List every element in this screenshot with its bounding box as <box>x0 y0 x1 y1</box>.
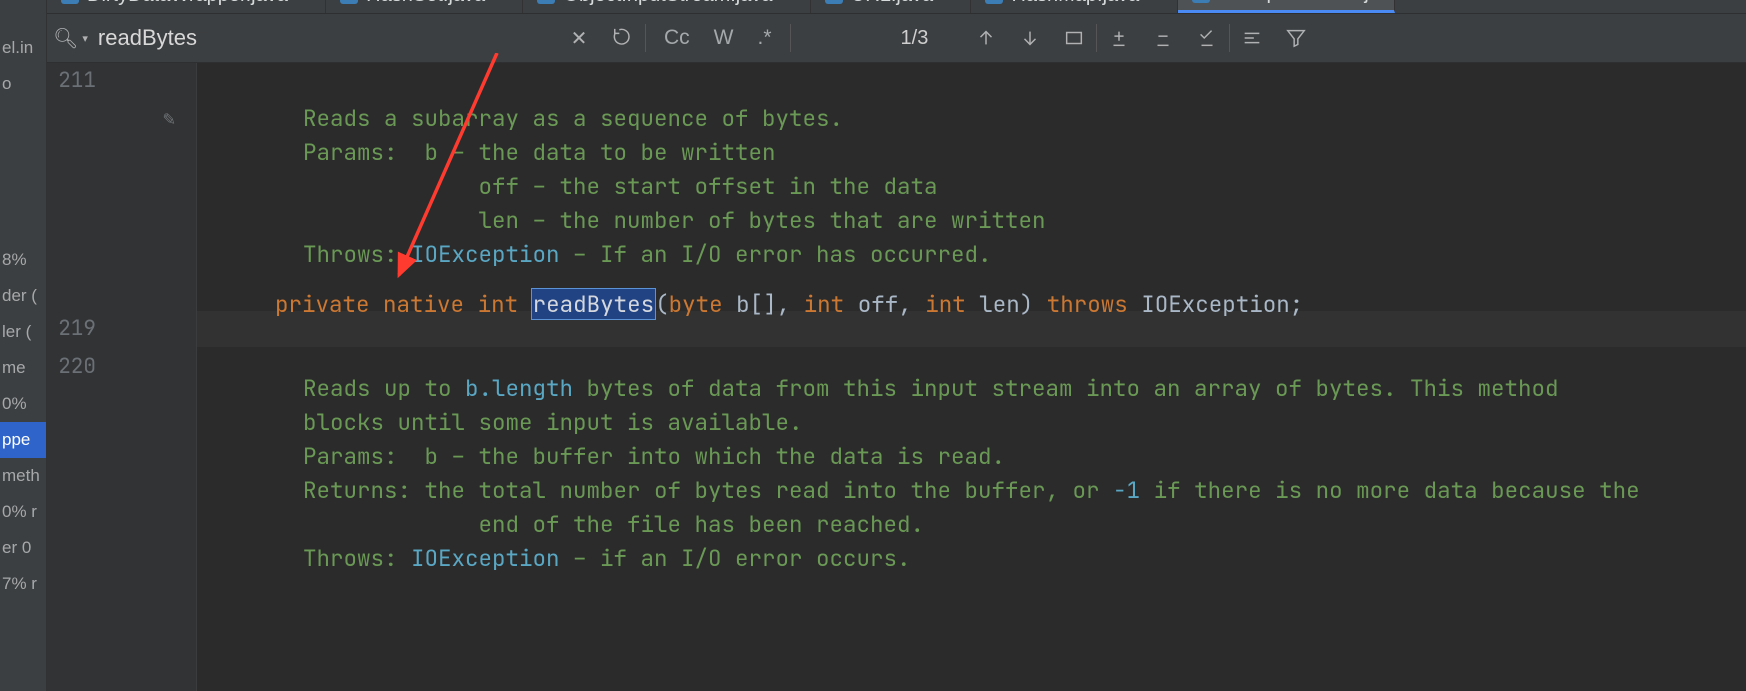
sidebar-item[interactable]: o <box>0 66 46 102</box>
doc-throws-type[interactable]: IOException <box>411 239 560 269</box>
sidebar-item[interactable]: 0% <box>0 386 46 422</box>
sidebar-item[interactable]: meth <box>0 458 46 494</box>
doc-param: b – the data to be written <box>425 137 776 167</box>
structure-sidebar: el.in o 8% der ( ler ( me 0% ppe meth 0%… <box>0 0 47 691</box>
search-input[interactable] <box>98 14 557 62</box>
next-match-icon[interactable] <box>1008 14 1052 62</box>
sidebar-item[interactable]: 7% r <box>0 566 46 602</box>
tab-label: URL.java <box>851 0 933 7</box>
tab-fileinputstream[interactable]: FileInputStream.ja <box>1178 0 1395 13</box>
search-options: Cc W .* <box>646 14 790 62</box>
close-icon[interactable]: × <box>947 0 956 4</box>
sidebar-item[interactable]: der ( <box>0 278 46 314</box>
regex-toggle[interactable]: .* <box>746 26 784 50</box>
tab-url[interactable]: URL.java × <box>811 0 972 13</box>
java-file-icon <box>985 0 1003 4</box>
sidebar-item[interactable]: er 0 <box>0 530 46 566</box>
line-number: 211 <box>58 67 96 94</box>
doc-summary: Reads a subarray as a sequence of bytes. <box>303 103 843 133</box>
doc-param: off – the start offset in the data <box>479 171 938 201</box>
settings-icon[interactable] <box>1230 14 1274 62</box>
java-file-icon <box>825 0 843 4</box>
search-icon: 🔍︎ <box>53 26 78 51</box>
line-number: 219 <box>58 315 96 342</box>
sidebar-item[interactable]: 8% <box>0 242 46 278</box>
close-icon[interactable]: × <box>1153 0 1162 4</box>
doc-throws-label: Throws: <box>303 239 398 269</box>
method-signature: private native int readBytes(byte b[], i… <box>275 287 1746 321</box>
find-bar: 🔍︎ ▾ ✕ Cc W .* 1/3 <box>47 13 1746 63</box>
tab-objectinputstream[interactable]: ObjectInputStream.java × <box>523 0 810 13</box>
add-selection-icon[interactable] <box>1097 14 1141 62</box>
close-icon[interactable]: × <box>499 0 508 4</box>
doc-param: b – the buffer into which the data is re… <box>425 441 1006 471</box>
doc-throws-label: Throws: <box>303 543 398 573</box>
tab-hashmap[interactable]: HashMap.java × <box>971 0 1177 13</box>
code-editor[interactable]: 211 ✎ 219 220 Reads a subarray as a sequ… <box>47 63 1746 691</box>
doc-params-label: Params: <box>303 137 398 167</box>
search-history-dropdown-icon[interactable]: ▾ <box>82 32 88 45</box>
tab-label: HashSet.java <box>366 0 485 7</box>
select-all-occurrences-icon[interactable] <box>1185 14 1229 62</box>
search-box[interactable]: 🔍︎ ▾ <box>47 14 557 62</box>
prev-match-icon[interactable] <box>964 14 1008 62</box>
edit-icon[interactable]: ✎ <box>163 105 175 131</box>
filter-icon[interactable] <box>1274 14 1318 62</box>
gutter: 211 ✎ 219 220 <box>47 63 197 691</box>
sidebar-item[interactable]: ler ( <box>0 314 46 350</box>
java-file-icon <box>537 0 555 4</box>
java-file-icon <box>1192 0 1210 3</box>
editor-tabs: DirtyDataWrapper.java × HashSet.java × O… <box>47 0 1746 13</box>
close-icon[interactable]: × <box>786 0 795 4</box>
remove-selection-icon[interactable] <box>1141 14 1185 62</box>
java-file-icon <box>61 0 79 4</box>
whole-word-toggle[interactable]: W <box>702 26 746 50</box>
search-match[interactable]: readBytes <box>532 289 656 319</box>
tab-label: FileInputStream.ja <box>1218 0 1380 5</box>
match-counter: 1/3 <box>791 27 965 50</box>
java-file-icon <box>340 0 358 4</box>
clear-search-icon[interactable]: ✕ <box>557 14 601 62</box>
doc-throws-desc: – If an I/O error has occurred. <box>560 239 992 269</box>
doc-returns-label: Returns: <box>303 475 411 505</box>
code-area[interactable]: Reads a subarray as a sequence of bytes.… <box>197 63 1746 691</box>
sidebar-item[interactable]: 0% r <box>0 494 46 530</box>
sidebar-item[interactable]: me <box>0 350 46 386</box>
line-number: 220 <box>58 353 96 380</box>
tab-dirtydatawrapper[interactable]: DirtyDataWrapper.java × <box>47 0 326 13</box>
sidebar-item-selected[interactable]: ppe <box>0 422 46 458</box>
doc-throws-type[interactable]: IOException <box>411 543 560 573</box>
tab-label: HashMap.java <box>1011 0 1139 7</box>
tab-label: DirtyDataWrapper.java <box>87 0 288 7</box>
match-case-toggle[interactable]: Cc <box>652 26 702 50</box>
tab-hashset[interactable]: HashSet.java × <box>326 0 523 13</box>
doc-param: len – the number of bytes that are writt… <box>479 205 1046 235</box>
doc-params-label: Params: <box>303 441 398 471</box>
sidebar-item[interactable]: el.in <box>0 30 46 66</box>
tab-label: ObjectInputStream.java <box>563 0 772 7</box>
select-all-icon[interactable] <box>1052 14 1096 62</box>
close-icon[interactable]: × <box>302 0 311 4</box>
prev-search-icon[interactable] <box>601 14 645 62</box>
